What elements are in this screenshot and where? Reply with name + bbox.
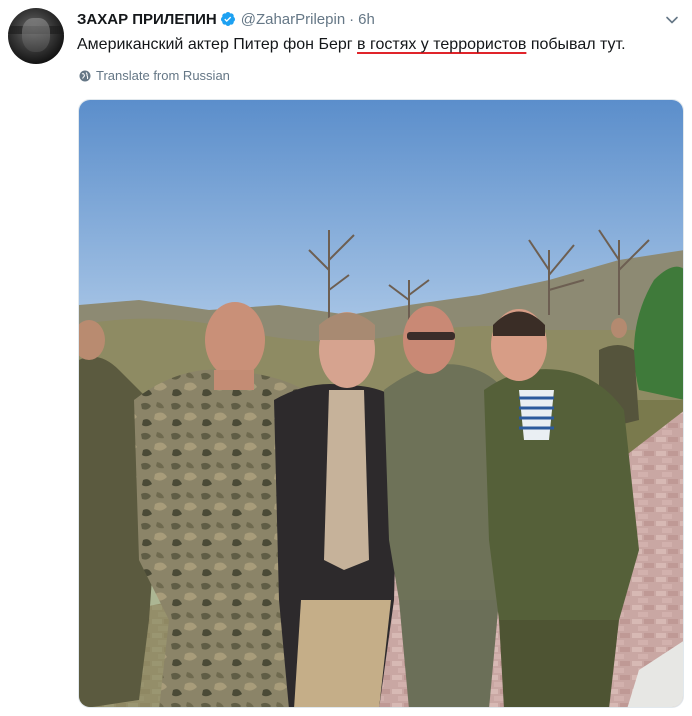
author-handle[interactable]: @ZaharPrilepin bbox=[241, 11, 345, 28]
tweet-text-before: Американский актер Питер фон Берг bbox=[77, 36, 358, 53]
tweet-text-underlined: в гостях у террористов bbox=[357, 36, 527, 53]
separator-dot: · bbox=[349, 10, 355, 28]
globe-icon bbox=[79, 70, 91, 81]
tweet-text-after: побывал тут. bbox=[526, 36, 626, 53]
author-name[interactable]: ЗАХАР ПРИЛЕПИН bbox=[77, 11, 217, 28]
chevron-down-icon[interactable] bbox=[664, 12, 680, 28]
translate-label[interactable]: Translate from Russian bbox=[96, 68, 230, 83]
tweet-header: ЗАХАР ПРИЛЕПИН @ZaharPrilepin · 6h bbox=[77, 9, 375, 29]
tweet-text: Американский актер Питер фон Берг в гост… bbox=[77, 34, 626, 56]
timestamp[interactable]: 6h bbox=[358, 11, 375, 28]
avatar-face bbox=[22, 18, 50, 52]
photo-scene bbox=[79, 100, 683, 707]
verified-badge-icon bbox=[220, 12, 235, 26]
tweet-photo[interactable] bbox=[78, 99, 684, 708]
tweet-card[interactable]: ЗАХАР ПРИЛЕПИН @ZaharPrilepin · 6h Амери… bbox=[0, 0, 692, 716]
avatar[interactable] bbox=[8, 8, 64, 64]
translate-link[interactable]: Translate from Russian bbox=[79, 68, 230, 83]
